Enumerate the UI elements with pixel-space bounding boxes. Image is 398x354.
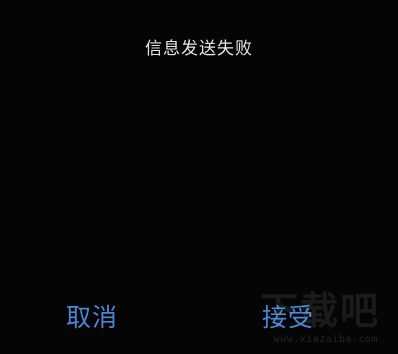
- watermark: 下载吧 www.xiazaiba.com: [230, 292, 380, 350]
- dialog-title: 信息发送失败: [145, 39, 253, 59]
- cancel-button[interactable]: 取消: [66, 305, 118, 330]
- dialog-screen: 信息发送失败 取消 接受 下载吧 www.xiazaiba.com: [0, 0, 398, 354]
- watermark-url: www.xiazaiba.com: [273, 334, 378, 345]
- watermark-logo: 下载吧: [259, 289, 380, 333]
